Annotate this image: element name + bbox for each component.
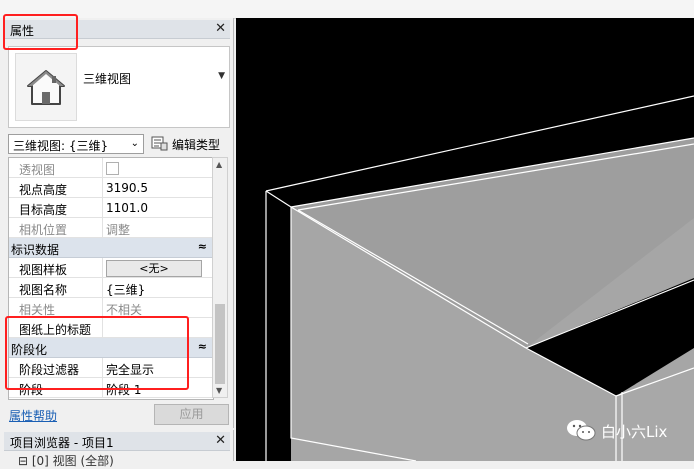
edit-type-label: 编辑类型 bbox=[172, 138, 221, 152]
top-strip bbox=[0, 0, 694, 19]
property-row-target-elevation: 目标高度 1101.0 bbox=[9, 198, 213, 218]
close-project-browser-icon[interactable]: ✕ bbox=[215, 433, 226, 448]
property-row-view-template: 视图样板 <无> bbox=[9, 258, 213, 278]
property-name: 目标高度 bbox=[19, 203, 68, 217]
watermark-text: 白小六Lix bbox=[601, 423, 668, 441]
watermark: 白小六Lix bbox=[565, 418, 667, 442]
view-template-button[interactable]: <无> bbox=[106, 260, 202, 277]
property-row-perspective: 透视图 bbox=[9, 158, 213, 178]
property-name: 透视图 bbox=[19, 163, 56, 177]
section-identity-data[interactable]: 标识数据 ≈ bbox=[9, 238, 213, 258]
project-browser-title: 项目浏览器 - 项目1 bbox=[10, 436, 114, 450]
type-dropdown-icon[interactable]: ▼ bbox=[218, 71, 225, 81]
project-browser-header: 项目浏览器 - 项目1 ✕ bbox=[4, 432, 230, 451]
house-icon bbox=[15, 53, 77, 121]
property-name: 视点高度 bbox=[19, 183, 68, 197]
edit-type-icon bbox=[151, 136, 168, 151]
camera-position-value: 调整 bbox=[106, 223, 131, 237]
property-scrollbar[interactable]: ▲ ▼ bbox=[212, 157, 228, 398]
property-row-eye-elevation: 视点高度 3190.5 bbox=[9, 178, 213, 198]
collapse-icon[interactable]: ≈ bbox=[198, 340, 207, 353]
section-title: 标识数据 bbox=[11, 243, 60, 257]
type-name: 三维视图 bbox=[83, 72, 132, 86]
wechat-icon bbox=[567, 420, 596, 441]
property-name: 视图名称 bbox=[19, 283, 68, 297]
chevron-down-icon: ⌄ bbox=[130, 138, 139, 149]
type-selector[interactable]: 三维视图 ▼ bbox=[8, 46, 230, 128]
scroll-up-icon[interactable]: ▲ bbox=[216, 160, 222, 169]
property-row-camera-position: 相机位置 调整 bbox=[9, 218, 213, 238]
eye-elevation-field[interactable]: 3190.5 bbox=[106, 181, 148, 195]
target-elevation-field[interactable]: 1101.0 bbox=[106, 201, 148, 215]
model-geometry bbox=[265, 95, 694, 461]
project-browser: 项目浏览器 - 项目1 ✕ ⊟ [0] 视图 (全部) bbox=[0, 430, 234, 468]
property-row-dependency: 相关性 不相关 bbox=[9, 298, 213, 318]
highlight-box-phasing bbox=[5, 316, 189, 390]
property-name: 视图样板 bbox=[19, 263, 68, 277]
properties-help-link[interactable]: 属性帮助 bbox=[9, 407, 57, 424]
view-name-field[interactable]: {三维} bbox=[106, 281, 145, 298]
view-instance-label: 三维视图: {三维} bbox=[13, 139, 109, 153]
collapse-icon[interactable]: ≈ bbox=[198, 240, 207, 253]
view-instance-select[interactable]: 三维视图: {三维} ⌄ bbox=[8, 134, 144, 154]
property-name: 相机位置 bbox=[19, 223, 68, 237]
scroll-down-icon[interactable]: ▼ bbox=[216, 386, 222, 395]
edit-type-button[interactable]: 编辑类型 bbox=[151, 135, 227, 153]
perspective-checkbox[interactable] bbox=[106, 162, 119, 175]
apply-button[interactable]: 应用 bbox=[154, 404, 229, 425]
highlight-box-title bbox=[3, 14, 78, 50]
property-row-view-name: 视图名称 {三维} bbox=[9, 278, 213, 298]
3d-viewport[interactable] bbox=[236, 18, 694, 461]
scroll-thumb[interactable] bbox=[215, 304, 225, 384]
close-properties-icon[interactable]: ✕ bbox=[215, 21, 226, 36]
